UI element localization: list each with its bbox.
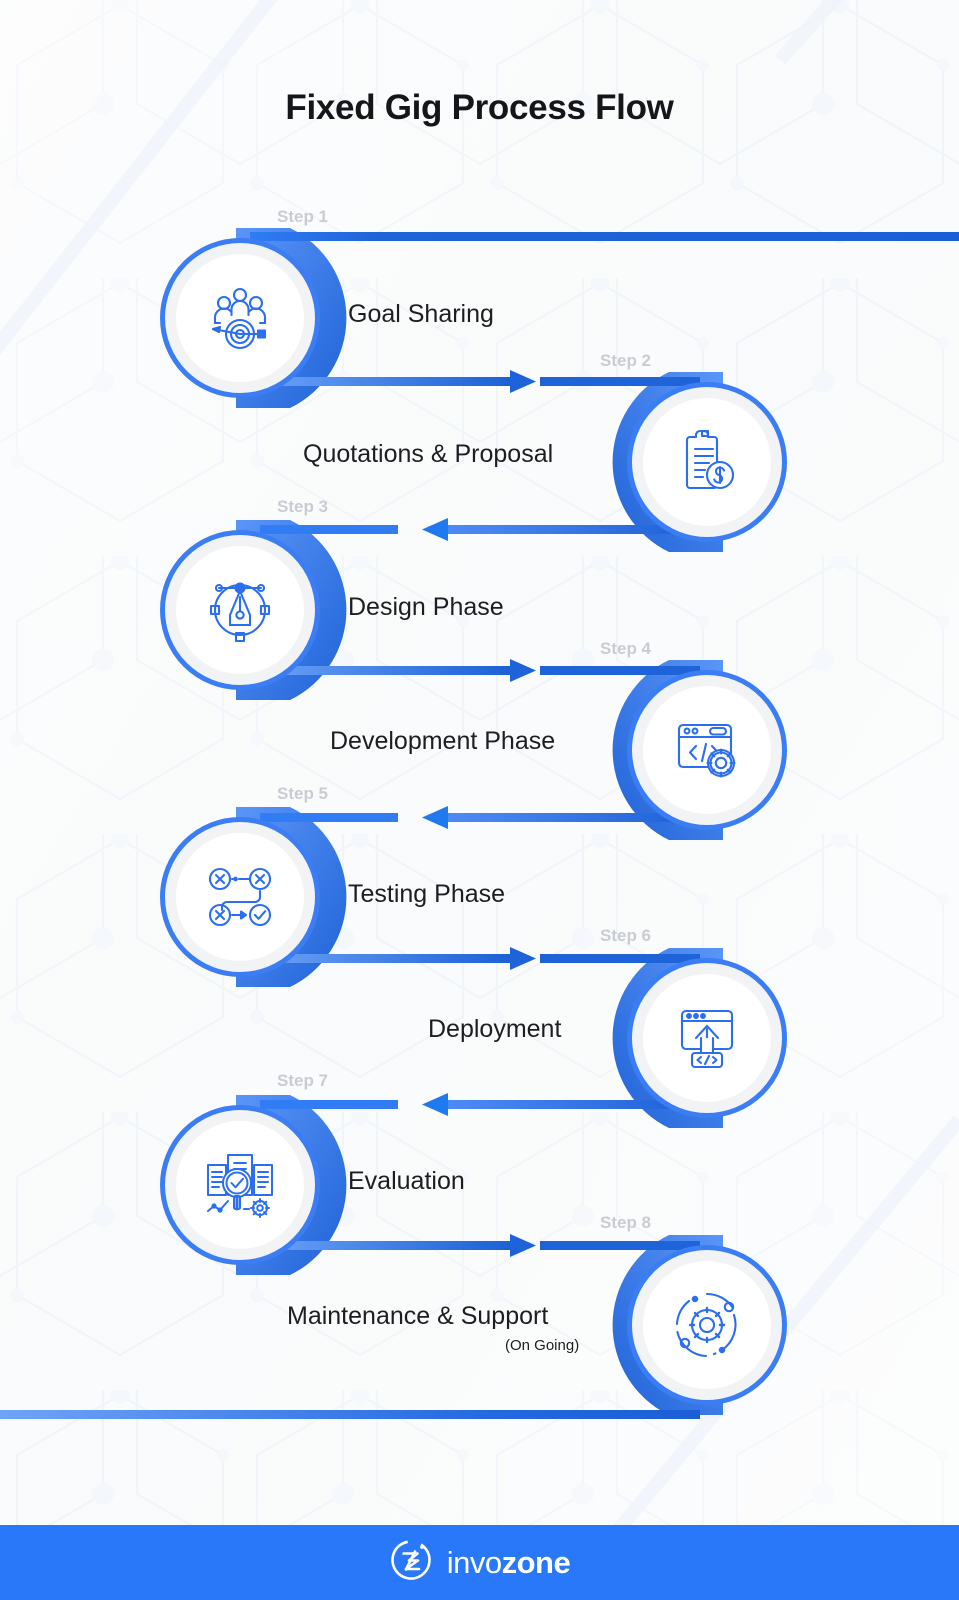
step-title-1: Goal Sharing <box>348 300 494 328</box>
step-title-4: Development Phase <box>330 727 556 755</box>
step-node-8[interactable] <box>627 1245 787 1405</box>
node-icon-well <box>176 833 304 961</box>
step-label-1: Step 1 <box>277 207 329 226</box>
test-flow-check-icon <box>205 862 275 932</box>
step-node-5[interactable] <box>160 817 320 977</box>
step-node-7[interactable] <box>160 1105 320 1265</box>
step-node-3[interactable] <box>160 530 320 690</box>
node-icon-well <box>643 398 771 526</box>
step-label-7: Step 7 <box>277 1071 329 1090</box>
step-title-6: Deployment <box>428 1015 562 1043</box>
step-title-3: Design Phase <box>348 593 504 621</box>
brand-name-light: invo <box>446 1544 502 1580</box>
step-label-3: Step 3 <box>277 497 329 516</box>
step-node-4[interactable] <box>627 670 787 830</box>
gear-orbit-icon <box>672 1290 742 1360</box>
node-icon-well <box>176 254 304 382</box>
flow-connectors <box>0 228 959 1419</box>
node-icon-well <box>176 1121 304 1249</box>
background-hexagon-pattern <box>0 0 959 1600</box>
footer-bar: invozone <box>0 1525 959 1600</box>
step-label-8: Step 8 <box>600 1213 652 1232</box>
brand-wordmark: invozone <box>447 1545 571 1581</box>
step-title-7: Evaluation <box>348 1167 465 1195</box>
step-node-6[interactable] <box>627 958 787 1118</box>
team-target-icon <box>203 281 277 355</box>
clipboard-dollar-icon <box>672 427 742 497</box>
step-title-8: Maintenance & Support <box>287 1302 549 1330</box>
top-rail-line <box>250 232 959 241</box>
brand-name-bold: zone <box>501 1544 571 1580</box>
evaluation-magnifier-icon <box>204 1149 276 1221</box>
pen-tool-icon <box>205 575 275 645</box>
step-label-6: Step 6 <box>600 926 652 945</box>
invozone-logo-icon <box>389 1538 433 1587</box>
step-node-2[interactable] <box>627 382 787 542</box>
infographic-canvas: Fixed Gig Process Flow Step 1 Goal Shari… <box>0 0 959 1600</box>
step-label-4: Step 4 <box>600 639 652 658</box>
bottom-rail-line <box>0 1410 700 1419</box>
node-icon-well <box>643 974 771 1102</box>
node-icon-well <box>643 1261 771 1389</box>
deploy-upload-icon <box>674 1005 740 1071</box>
page-title: Fixed Gig Process Flow <box>285 88 674 127</box>
step-label-2: Step 2 <box>600 351 652 370</box>
step-node-1[interactable] <box>160 238 320 398</box>
node-icon-well <box>643 686 771 814</box>
code-window-gear-icon <box>672 715 742 785</box>
step-label-5: Step 5 <box>277 784 329 803</box>
step-sublabel-8: (On Going) <box>505 1337 580 1354</box>
node-icon-well <box>176 546 304 674</box>
step-title-2: Quotations & Proposal <box>303 440 554 468</box>
step-title-5: Testing Phase <box>348 880 506 908</box>
